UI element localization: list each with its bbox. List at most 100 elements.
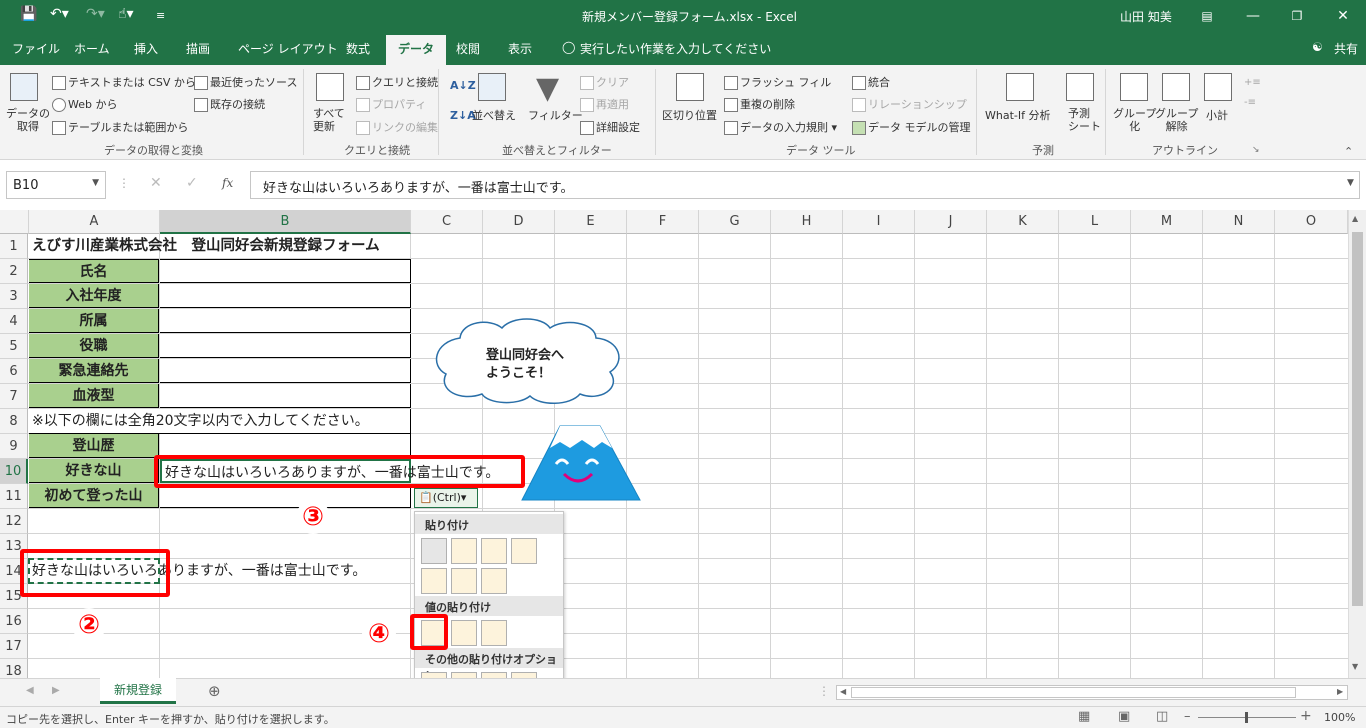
row-header-3[interactable]: 3	[0, 284, 28, 309]
undo-icon[interactable]: ↶▾	[50, 6, 69, 22]
page-break-view-icon[interactable]: ◫	[1156, 709, 1168, 724]
scroll-thumb[interactable]	[1352, 232, 1363, 606]
name-box-dropdown-icon[interactable]: ▼	[92, 178, 99, 188]
text-csv-button[interactable]: テキストまたは CSV から	[52, 74, 196, 90]
row-header-9[interactable]: 9	[0, 434, 28, 459]
normal-view-icon[interactable]: ▦	[1078, 709, 1090, 724]
row-header-1[interactable]: 1	[0, 234, 28, 259]
row-header-5[interactable]: 5	[0, 334, 28, 359]
web-button[interactable]: Web から	[52, 96, 117, 112]
filter-button[interactable]: フィルター	[528, 107, 583, 123]
tab-page-layout[interactable]: ページ レイアウト	[238, 40, 338, 57]
get-data-button[interactable]: データの 取得	[6, 107, 50, 133]
text-to-columns-button[interactable]: 区切り位置	[662, 107, 717, 123]
col-header-g[interactable]: G	[699, 210, 771, 234]
share-button[interactable]: 共有	[1334, 40, 1358, 57]
cell-a6[interactable]: 緊急連絡先	[29, 359, 159, 383]
tab-file[interactable]: ファイル	[12, 40, 60, 57]
cell-a9[interactable]: 登山歴	[29, 434, 159, 458]
paste-formulas-icon[interactable]	[451, 538, 477, 564]
row-header-18[interactable]: 18	[0, 659, 28, 678]
tell-me-input[interactable]: 実行したい作業を入力してください	[580, 40, 771, 57]
close-button[interactable]: ✕	[1320, 0, 1366, 32]
vertical-scrollbar[interactable]: ▲ ▼	[1348, 210, 1366, 678]
col-header-o[interactable]: O	[1275, 210, 1348, 234]
col-header-i[interactable]: I	[843, 210, 915, 234]
row-header-17[interactable]: 17	[0, 634, 28, 659]
col-header-l[interactable]: L	[1059, 210, 1131, 234]
consolidate-button[interactable]: 統合	[852, 74, 890, 90]
next-sheet-icon[interactable]: ▶	[52, 685, 60, 696]
tab-home[interactable]: ホーム	[74, 40, 110, 57]
sheet-tab-new-registration[interactable]: 新規登録	[100, 678, 176, 704]
scroll-left-icon[interactable]: ◀	[840, 687, 846, 696]
cell-b7[interactable]	[160, 384, 411, 408]
insert-function-button[interactable]: fx	[222, 176, 233, 190]
row-header-6[interactable]: 6	[0, 359, 28, 384]
col-header-j[interactable]: J	[915, 210, 987, 234]
paste-transpose-icon[interactable]	[481, 568, 507, 594]
formula-input[interactable]: 好きな山はいろいろありますが、一番は富士山です。	[250, 171, 1360, 199]
recent-sources-button[interactable]: 最近使ったソース	[194, 74, 297, 90]
select-all-corner[interactable]	[0, 210, 29, 234]
subtotal-button[interactable]: 小計	[1206, 107, 1228, 123]
expand-formula-icon[interactable]: ▼	[1347, 178, 1354, 188]
touch-mode-icon[interactable]: ☝▾	[118, 6, 134, 22]
row-header-4[interactable]: 4	[0, 309, 28, 334]
sort-az-icon[interactable]: A↓Z	[450, 79, 476, 92]
tab-insert[interactable]: 挿入	[134, 40, 158, 57]
flash-fill-button[interactable]: フラッシュ フィル	[724, 74, 831, 90]
name-box[interactable]: B10 ▼	[6, 171, 106, 199]
row-header-8[interactable]: 8	[0, 409, 28, 434]
paste-keep-column-widths-icon[interactable]	[451, 568, 477, 594]
tab-view[interactable]: 表示	[508, 40, 532, 57]
remove-dup-button[interactable]: 重複の削除	[724, 96, 795, 112]
advanced-button[interactable]: 詳細設定	[580, 119, 640, 135]
tab-draw[interactable]: 描画	[186, 40, 210, 57]
cell-a7[interactable]: 血液型	[29, 384, 159, 408]
cell-a11[interactable]: 初めて登った山	[29, 484, 159, 508]
col-header-b[interactable]: B	[160, 210, 411, 234]
scroll-right-icon[interactable]: ▶	[1337, 687, 1343, 696]
col-header-m[interactable]: M	[1131, 210, 1203, 234]
tab-review[interactable]: 校閲	[456, 40, 480, 57]
worksheet-grid[interactable]: A B C D E F G H I J K L M N O 1 2 3 4 5 …	[0, 210, 1348, 678]
paste-no-borders-icon[interactable]	[421, 568, 447, 594]
cell-a2[interactable]: 氏名	[29, 259, 159, 283]
data-validation-button[interactable]: データの入力規則 ▾	[724, 119, 837, 135]
add-sheet-icon[interactable]: ⊕	[208, 682, 221, 700]
col-header-a[interactable]: A	[29, 210, 160, 234]
tab-data[interactable]: データ	[386, 35, 447, 65]
cell-a1-title[interactable]: えびす川産業株式会社 登山同好会新規登録フォーム	[32, 234, 380, 258]
split-handle-icon[interactable]: ⋮	[818, 684, 830, 698]
table-range-button[interactable]: テーブルまたは範囲から	[52, 119, 188, 135]
col-header-k[interactable]: K	[987, 210, 1059, 234]
h-scroll-thumb[interactable]	[851, 687, 1296, 698]
tab-formulas[interactable]: 数式	[346, 40, 370, 57]
paste-icon[interactable]	[421, 538, 447, 564]
row-header-2[interactable]: 2	[0, 259, 28, 284]
paste-values-source-format-icon[interactable]	[481, 620, 507, 646]
col-header-n[interactable]: N	[1203, 210, 1275, 234]
cell-a3[interactable]: 入社年度	[29, 284, 159, 308]
page-layout-view-icon[interactable]: ▣	[1118, 709, 1130, 724]
col-header-h[interactable]: H	[771, 210, 843, 234]
cell-a10[interactable]: 好きな山	[29, 459, 159, 483]
scroll-down-icon[interactable]: ▼	[1352, 662, 1358, 671]
row-header-16[interactable]: 16	[0, 609, 28, 634]
horizontal-scrollbar[interactable]: ◀ ▶	[836, 685, 1348, 700]
col-header-c[interactable]: C	[411, 210, 483, 234]
paste-keep-source-format-icon[interactable]	[511, 538, 537, 564]
cell-b10-selected[interactable]: 好きな山はいろいろありますが、一番は富士山です。	[160, 459, 499, 483]
data-model-button[interactable]: データ モデルの管理	[852, 119, 971, 135]
cell-b2[interactable]	[160, 259, 411, 283]
forecast-sheet-button[interactable]: 予測 シート	[1068, 107, 1101, 133]
restore-button[interactable]: ❐	[1274, 0, 1320, 32]
minimize-button[interactable]: —	[1230, 0, 1276, 32]
whatif-button[interactable]: What-If 分析	[985, 107, 1050, 123]
cell-a8-merged[interactable]: ※以下の欄には全角20文字以内で入力してください。	[29, 409, 411, 434]
cell-a5[interactable]: 役職	[29, 334, 159, 358]
paste-options-button[interactable]: 📋(Ctrl)▾	[414, 488, 478, 508]
cell-a4[interactable]: 所属	[29, 309, 159, 333]
prev-sheet-icon[interactable]: ◀	[26, 685, 34, 696]
